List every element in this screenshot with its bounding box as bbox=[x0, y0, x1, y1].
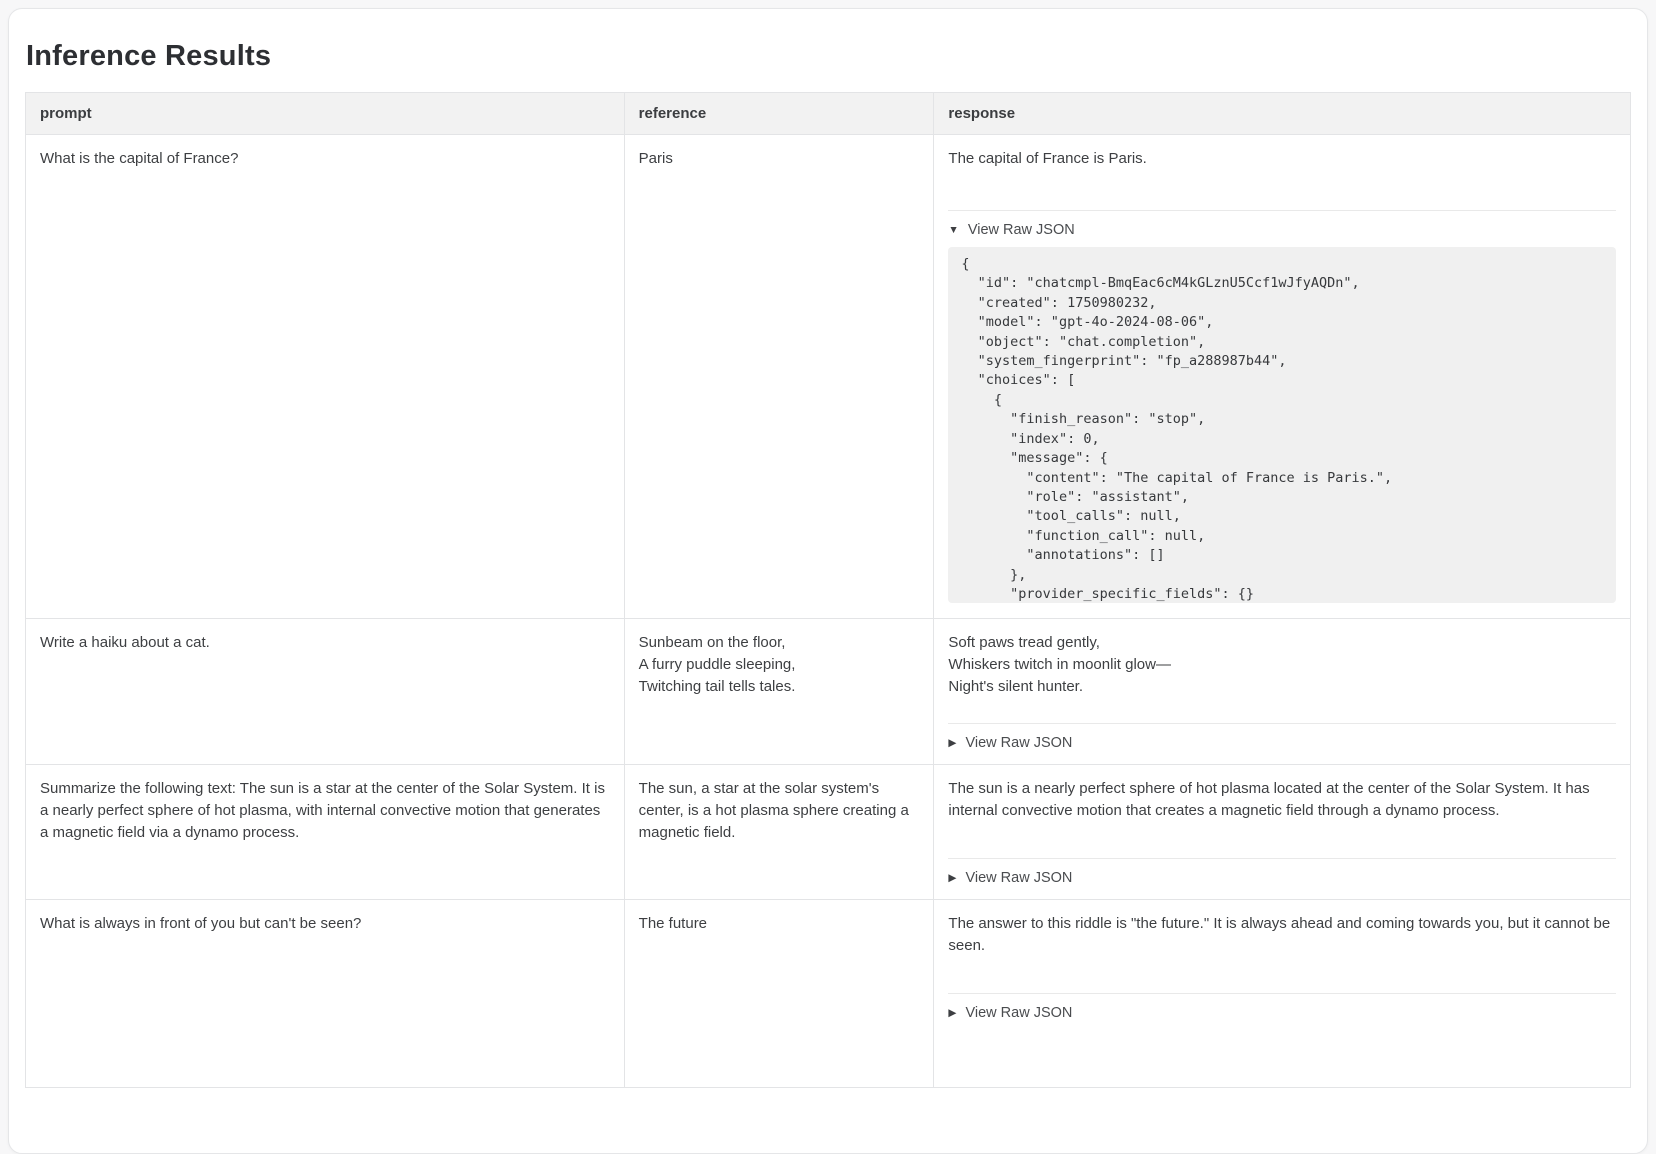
caret-right-icon: ▶ bbox=[948, 873, 956, 884]
table-row: What is the capital of France? Paris The… bbox=[26, 135, 1631, 619]
view-raw-json-toggle[interactable]: ▶ View Raw JSON bbox=[948, 994, 1072, 1021]
response-cell: The answer to this riddle is "the future… bbox=[934, 900, 1631, 1088]
inference-results-table: prompt reference response What is the ca… bbox=[25, 92, 1631, 1088]
response-cell: The capital of France is Paris. ▼ View R… bbox=[934, 135, 1631, 619]
reference-text: The future bbox=[639, 913, 920, 935]
view-raw-json-toggle[interactable]: ▶ View Raw JSON bbox=[948, 724, 1072, 751]
toggle-label: View Raw JSON bbox=[965, 870, 1072, 886]
caret-right-icon: ▶ bbox=[948, 738, 956, 749]
prompt-text: Summarize the following text: The sun is… bbox=[40, 778, 610, 843]
reference-cell: Paris bbox=[624, 135, 934, 619]
raw-json-block[interactable]: { "id": "chatcmpl-BmqEac6cM4kGLznU5Ccf1w… bbox=[948, 247, 1616, 603]
caret-down-icon: ▼ bbox=[948, 225, 958, 236]
prompt-cell: What is the capital of France? bbox=[26, 135, 625, 619]
results-card: Inference Results prompt reference respo… bbox=[8, 8, 1648, 1154]
reference-text: Paris bbox=[639, 148, 920, 170]
toggle-label: View Raw JSON bbox=[965, 735, 1072, 751]
response-text: The answer to this riddle is "the future… bbox=[948, 913, 1616, 957]
response-cell: Soft paws tread gently, Whiskers twitch … bbox=[934, 619, 1631, 765]
prompt-cell: Write a haiku about a cat. bbox=[26, 619, 625, 765]
column-header-response: response bbox=[934, 93, 1631, 135]
reference-cell: Sunbeam on the floor, A furry puddle sle… bbox=[624, 619, 934, 765]
response-text: The sun is a nearly perfect sphere of ho… bbox=[948, 778, 1616, 822]
view-raw-json-toggle[interactable]: ▶ View Raw JSON bbox=[948, 859, 1072, 886]
view-raw-json-toggle[interactable]: ▼ View Raw JSON bbox=[948, 211, 1074, 238]
column-header-prompt: prompt bbox=[26, 93, 625, 135]
page-title: Inference Results bbox=[26, 40, 1631, 73]
prompt-text: What is always in front of you but can't… bbox=[40, 913, 610, 935]
caret-right-icon: ▶ bbox=[948, 1008, 956, 1019]
header-row: prompt reference response bbox=[26, 93, 1631, 135]
response-text: Soft paws tread gently, Whiskers twitch … bbox=[948, 632, 1616, 697]
table-row: Summarize the following text: The sun is… bbox=[26, 765, 1631, 900]
prompt-text: What is the capital of France? bbox=[40, 148, 610, 170]
toggle-label: View Raw JSON bbox=[965, 1005, 1072, 1021]
response-cell: The sun is a nearly perfect sphere of ho… bbox=[934, 765, 1631, 900]
prompt-cell: Summarize the following text: The sun is… bbox=[26, 765, 625, 900]
reference-cell: The future bbox=[624, 900, 934, 1088]
table-row: What is always in front of you but can't… bbox=[26, 900, 1631, 1088]
reference-text: Sunbeam on the floor, A furry puddle sle… bbox=[639, 632, 920, 697]
column-header-reference: reference bbox=[624, 93, 934, 135]
reference-text: The sun, a star at the solar system's ce… bbox=[639, 778, 920, 843]
reference-cell: The sun, a star at the solar system's ce… bbox=[624, 765, 934, 900]
prompt-cell: What is always in front of you but can't… bbox=[26, 900, 625, 1088]
table-row: Write a haiku about a cat. Sunbeam on th… bbox=[26, 619, 1631, 765]
response-text: The capital of France is Paris. bbox=[948, 148, 1616, 170]
prompt-text: Write a haiku about a cat. bbox=[40, 632, 610, 654]
toggle-label: View Raw JSON bbox=[968, 222, 1075, 238]
